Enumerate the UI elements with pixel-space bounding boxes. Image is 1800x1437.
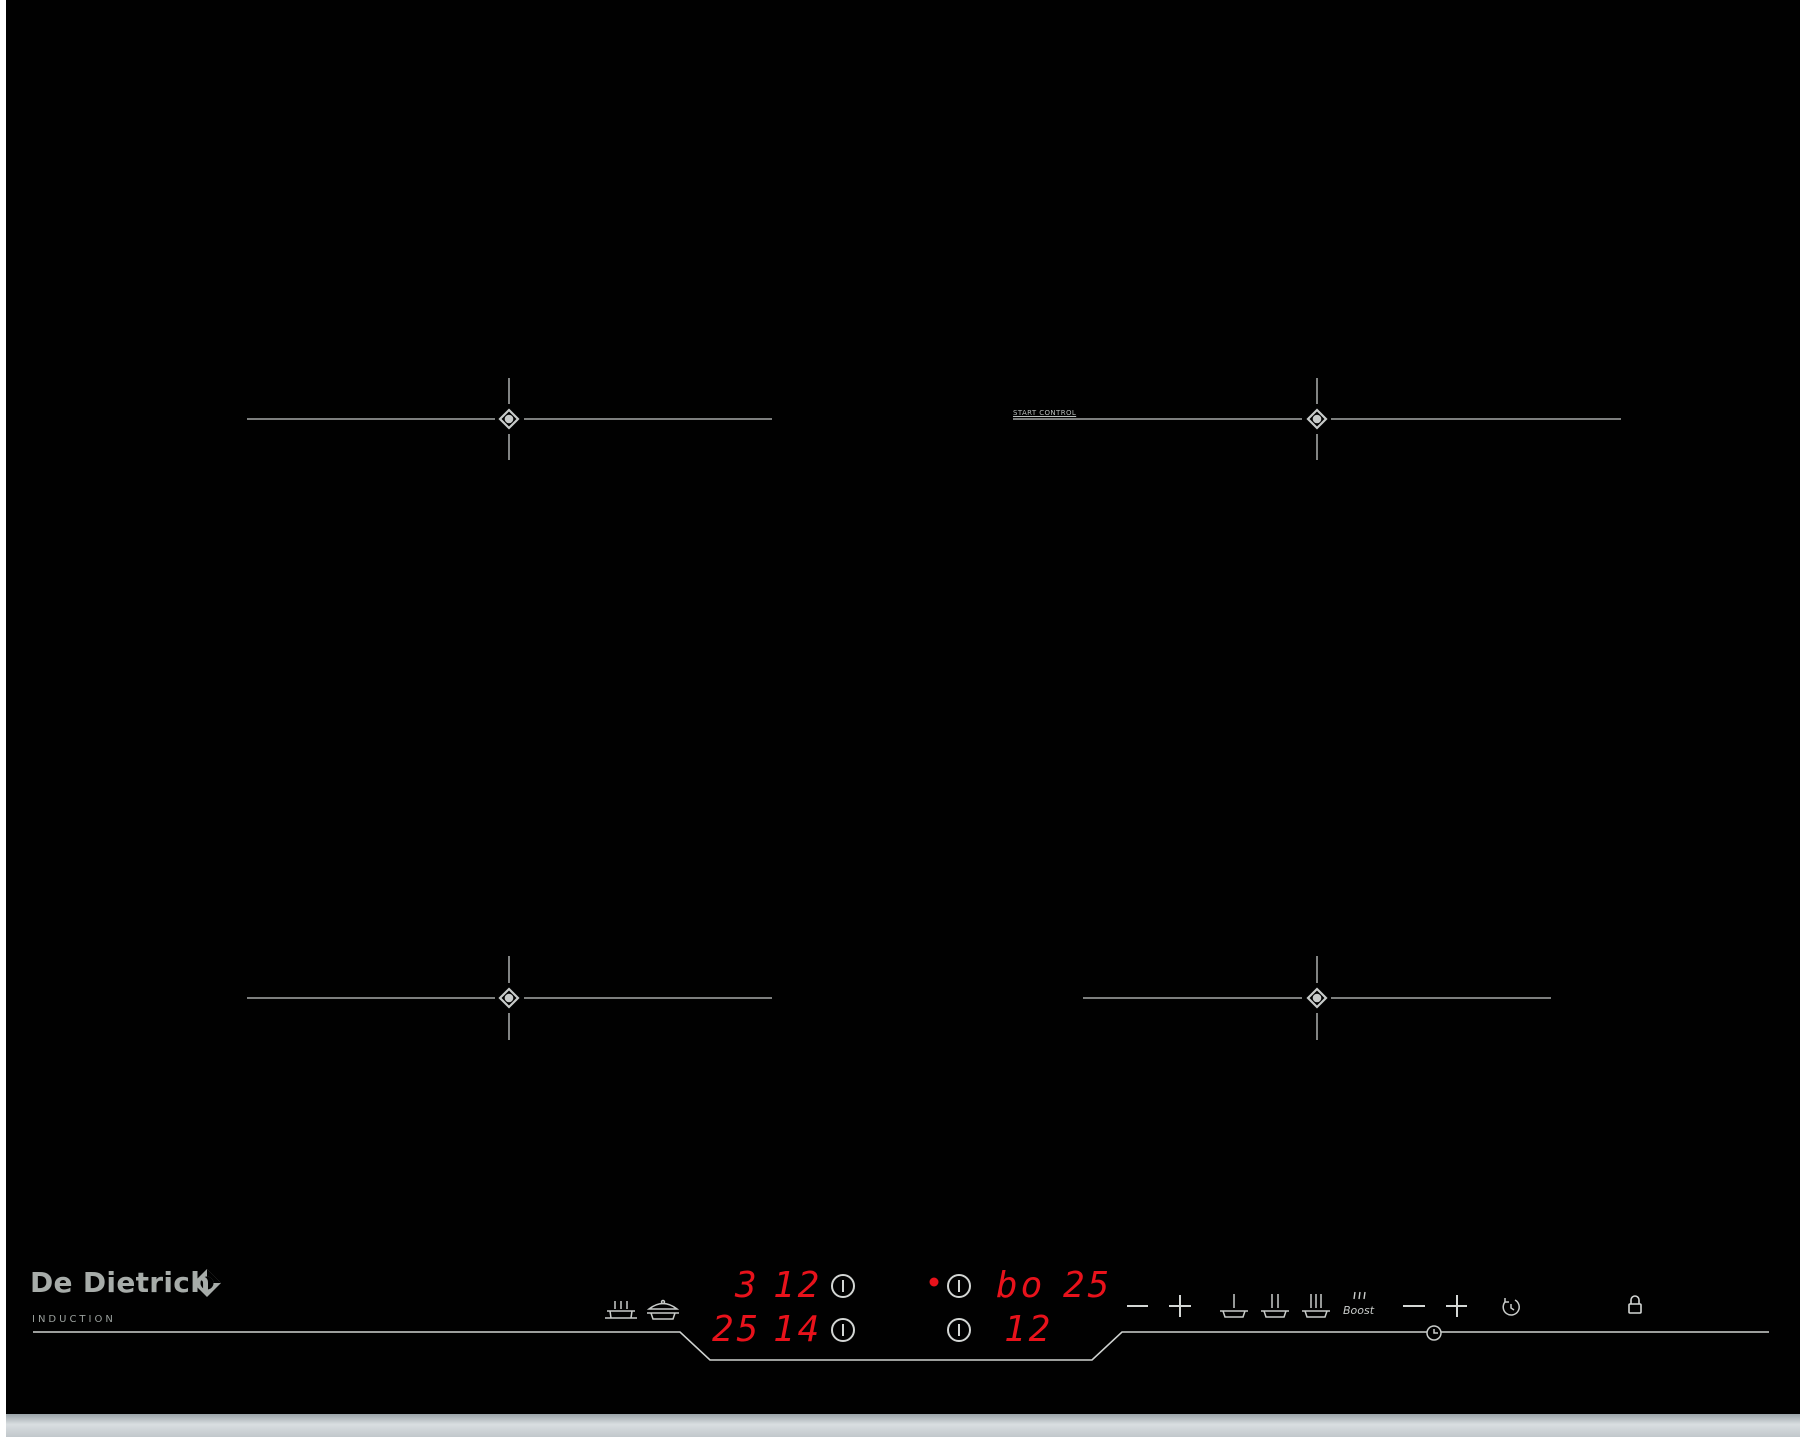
display-top-left-power: 12 <box>773 1265 823 1306</box>
lock-icon[interactable] <box>1628 1295 1642 1314</box>
simmer-pan-icon[interactable] <box>1220 1294 1248 1318</box>
zone-marker-icon <box>1306 408 1328 430</box>
hob-markings <box>33 378 1769 1361</box>
brand-name: De Dietrich <box>30 1266 211 1299</box>
display-top-right-power: 25 <box>1063 1265 1113 1306</box>
control-panel-outline <box>33 1331 1769 1361</box>
zone-marker-icon <box>498 987 520 1009</box>
power-button-top-left[interactable] <box>831 1274 855 1298</box>
boost-label[interactable]: Boost <box>1343 1304 1374 1317</box>
zone-active-indicator <box>929 1277 939 1287</box>
power-button-bottom-left[interactable] <box>831 1318 855 1342</box>
power-button-bottom-right[interactable] <box>947 1318 971 1342</box>
plus-icon[interactable] <box>1169 1295 1191 1317</box>
plus-icon[interactable] <box>1446 1295 1467 1317</box>
timer-icon[interactable] <box>1502 1298 1520 1316</box>
boost-icon[interactable] <box>1353 1291 1366 1300</box>
zone-marker-icon <box>1306 987 1328 1009</box>
display-bottom-left-timer: 25 <box>712 1309 762 1350</box>
boil-pan-icon[interactable] <box>1302 1294 1330 1318</box>
keep-warm-pan-icon[interactable] <box>605 1301 637 1319</box>
zone-marker-icon <box>498 408 520 430</box>
start-control-label: START CONTROL <box>1013 409 1077 417</box>
clock-icon[interactable] <box>1426 1325 1442 1341</box>
power-button-top-right[interactable] <box>947 1274 971 1298</box>
pan-lid-icon[interactable] <box>646 1299 680 1320</box>
display-bottom-right-power: 12 <box>1004 1309 1054 1350</box>
display-top-right-mode: bo <box>996 1265 1046 1306</box>
display-bottom-left-power: 14 <box>773 1309 823 1350</box>
cook-pan-icon[interactable] <box>1261 1294 1289 1318</box>
brand-subtitle: INDUCTION <box>32 1314 116 1325</box>
display-top-left-timer: 3 <box>735 1265 760 1306</box>
